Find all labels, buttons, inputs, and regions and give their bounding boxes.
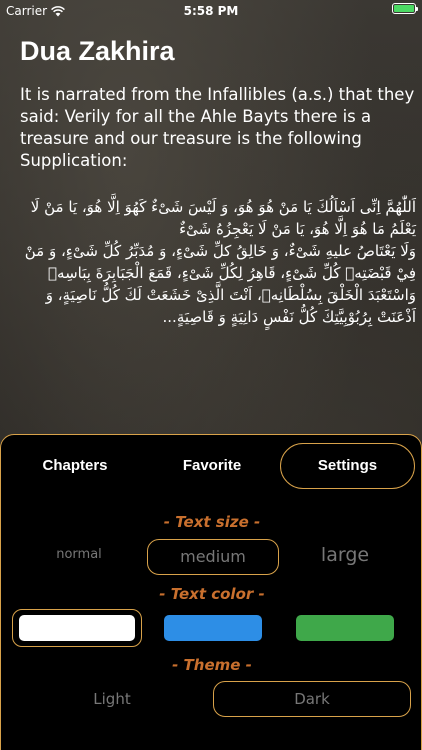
tab-favorite[interactable]: Favorite [148, 443, 276, 489]
status-right [392, 3, 418, 14]
arabic-text: اَللّٰهُمَّ اِنِّى اَسْاَلُكَ يَا مَنْ ه… [18, 196, 416, 328]
settings-panel: Chapters Favorite Settings - Text size -… [0, 434, 422, 750]
tab-chapters[interactable]: Chapters [11, 443, 139, 489]
text-color-white-option[interactable] [12, 609, 142, 647]
white-swatch [19, 615, 135, 641]
battery-fill [394, 5, 414, 12]
theme-light-option[interactable]: Light [41, 681, 183, 717]
green-swatch [296, 615, 394, 641]
text-size-normal-option[interactable]: normal [29, 537, 129, 573]
page-title: Dua Zakhira [20, 36, 175, 66]
text-color-green-option[interactable] [289, 609, 401, 647]
tab-bar: Chapters Favorite Settings [1, 435, 422, 495]
text-color-label: - Text color - [159, 585, 265, 603]
theme-dark-option[interactable]: Dark [213, 681, 411, 717]
arabic-line: وَلَا يَعْتَاصُ عليهِ شَىْءٌ، وَ خَالِقُ… [24, 242, 416, 282]
text-size-large-option[interactable]: large [295, 537, 395, 573]
arabic-line: وَاسْتَعْبَدَ الْخَلْقَ بِسُلْطَانِهٖ، ا… [45, 286, 416, 326]
blue-swatch [164, 615, 262, 641]
arabic-line: اَللّٰهُمَّ اِنِّى اَسْاَلُكَ يَا مَنْ ه… [30, 198, 416, 238]
intro-text: It is narrated from the Infallibles (a.s… [20, 85, 415, 170]
status-time: 5:58 PM [183, 4, 239, 18]
text-color-blue-option[interactable] [157, 609, 269, 647]
text-size-medium-option[interactable]: medium [147, 539, 279, 575]
text-size-label: - Text size - [163, 513, 261, 531]
battery-icon [392, 3, 418, 14]
tab-settings[interactable]: Settings [280, 443, 415, 489]
status-bar: Carrier 5:58 PM [0, 0, 422, 22]
theme-label: - Theme - [172, 656, 252, 674]
